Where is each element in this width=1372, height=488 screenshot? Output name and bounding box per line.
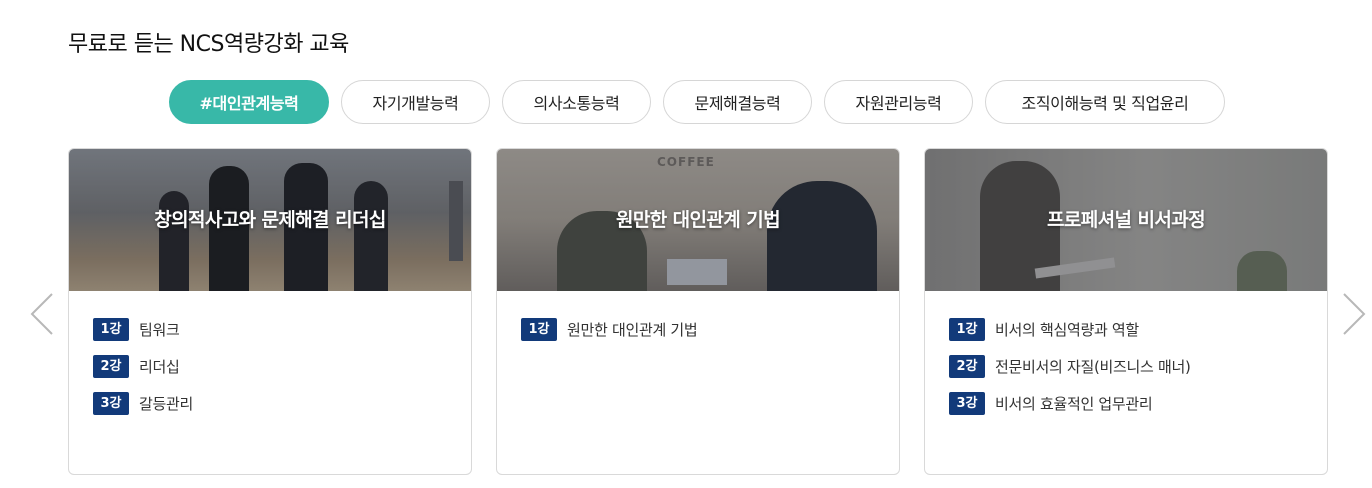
lesson-item[interactable]: 2강 리더십 xyxy=(93,354,455,378)
lesson-label: 비서의 효율적인 업무관리 xyxy=(995,394,1153,413)
lesson-label: 갈등관리 xyxy=(139,394,194,413)
lesson-list: 1강 팀워크 2강 리더십 3강 갈등관리 xyxy=(93,317,455,428)
tab-self-development[interactable]: 자기개발능력 xyxy=(341,80,490,124)
lesson-label: 전문비서의 자질(비즈니스 매너) xyxy=(995,357,1191,376)
lesson-number-badge: 1강 xyxy=(949,317,985,341)
category-tabs: #대인관계능력 자기개발능력 의사소통능력 문제해결능력 자원관리능력 조직이해… xyxy=(0,80,1372,124)
carousel-next-button[interactable] xyxy=(1342,292,1366,336)
course-thumbnail: 창의적사고와 문제해결 리더십 xyxy=(69,149,471,291)
tab-interpersonal[interactable]: #대인관계능력 xyxy=(169,80,329,124)
tab-problem-solving[interactable]: 문제해결능력 xyxy=(663,80,812,124)
lesson-number-badge: 3강 xyxy=(949,391,985,415)
course-card[interactable]: 프로페셔널 비서과정 1강 비서의 핵심역량과 역할 2강 전문비서의 자질(비… xyxy=(924,148,1328,475)
lesson-label: 원만한 대인관계 기법 xyxy=(567,320,698,339)
lesson-label: 리더십 xyxy=(139,357,180,376)
course-thumbnail: 프로페셔널 비서과정 xyxy=(925,149,1327,291)
tab-resource-management[interactable]: 자원관리능력 xyxy=(824,80,973,124)
lesson-item[interactable]: 2강 전문비서의 자질(비즈니스 매너) xyxy=(949,354,1311,378)
lesson-number-badge: 3강 xyxy=(93,391,129,415)
course-card[interactable]: COFFEE 원만한 대인관계 기법 1강 원만한 대인관계 기법 xyxy=(496,148,900,475)
lesson-item[interactable]: 3강 갈등관리 xyxy=(93,391,455,415)
lesson-list: 1강 원만한 대인관계 기법 xyxy=(521,317,883,354)
lesson-list: 1강 비서의 핵심역량과 역할 2강 전문비서의 자질(비즈니스 매너) 3강 … xyxy=(949,317,1311,428)
lesson-number-badge: 2강 xyxy=(93,354,129,378)
course-card[interactable]: 창의적사고와 문제해결 리더십 1강 팀워크 2강 리더십 3강 갈등관리 xyxy=(68,148,472,475)
lesson-item[interactable]: 1강 원만한 대인관계 기법 xyxy=(521,317,883,341)
lesson-item[interactable]: 3강 비서의 효율적인 업무관리 xyxy=(949,391,1311,415)
tab-organization-ethics[interactable]: 조직이해능력 및 직업윤리 xyxy=(985,80,1225,124)
lesson-number-badge: 2강 xyxy=(949,354,985,378)
chevron-right-icon xyxy=(1343,293,1366,335)
carousel-prev-button[interactable] xyxy=(30,292,54,336)
course-title: 창의적사고와 문제해결 리더십 xyxy=(154,208,386,231)
lesson-label: 팀워크 xyxy=(139,320,180,339)
chevron-left-icon xyxy=(30,293,53,335)
lesson-item[interactable]: 1강 팀워크 xyxy=(93,317,455,341)
lesson-number-badge: 1강 xyxy=(521,317,557,341)
section-title: 무료로 듣는 NCS역량강화 교육 xyxy=(68,32,349,57)
lesson-number-badge: 1강 xyxy=(93,317,129,341)
lesson-label: 비서의 핵심역량과 역할 xyxy=(995,320,1139,339)
course-title: 원만한 대인관계 기법 xyxy=(616,208,781,231)
course-thumbnail: COFFEE 원만한 대인관계 기법 xyxy=(497,149,899,291)
course-title: 프로페셔널 비서과정 xyxy=(1047,208,1206,231)
lesson-item[interactable]: 1강 비서의 핵심역량과 역할 xyxy=(949,317,1311,341)
tab-communication[interactable]: 의사소통능력 xyxy=(502,80,651,124)
